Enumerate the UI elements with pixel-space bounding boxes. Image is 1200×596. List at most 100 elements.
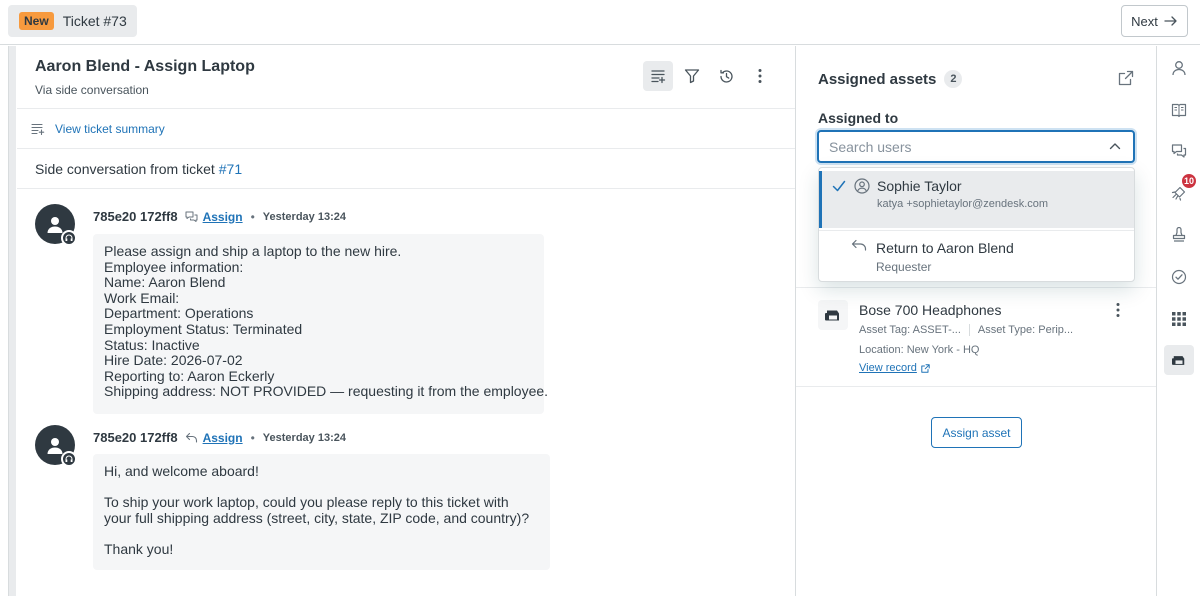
external-link-icon	[921, 363, 930, 373]
message-paragraph: To ship your work laptop, could you plea…	[104, 494, 530, 526]
rail-apps-button[interactable]: 10	[1164, 173, 1197, 208]
dropdown-option-selected[interactable]: Sophie Taylor katya +sophietaylor@zendes…	[819, 171, 1134, 228]
history-button[interactable]	[711, 61, 741, 91]
message-header: 785e20 172ff8 Assign • Yesterday 13:24	[93, 209, 346, 224]
avatar[interactable]	[35, 204, 77, 246]
undo-arrow-icon	[851, 239, 867, 251]
via-link[interactable]: Assign	[203, 431, 243, 445]
message-line: Please assign and ship a laptop to the n…	[104, 243, 402, 259]
arrow-right-icon	[1164, 16, 1178, 26]
top-bar: New Ticket #73 Next	[0, 0, 1200, 45]
message-body: Hi, and welcome aboard! To ship your wor…	[93, 454, 550, 570]
user-icon	[1171, 60, 1187, 76]
filter-button[interactable]	[677, 61, 707, 91]
message-timestamp: Yesterday 13:24	[262, 431, 346, 444]
user-search-combobox[interactable]	[817, 130, 1135, 163]
kebab-menu-icon	[1116, 302, 1120, 318]
view-record-link[interactable]: View record	[859, 362, 930, 374]
next-button-label: Next	[1131, 13, 1158, 29]
rail-user-button[interactable]	[1164, 53, 1194, 83]
origin-ticket-link[interactable]: #71	[219, 161, 242, 177]
separator-dot: •	[250, 430, 255, 445]
asset-type: Asset Type: Perip...	[977, 324, 1074, 336]
message-line: Hire Date: 2026-07-02	[104, 352, 243, 369]
message-paragraph: Thank you!	[104, 540, 174, 557]
check-circle-icon	[1171, 269, 1187, 285]
summary-toggle-button[interactable]	[643, 61, 673, 91]
message-author: 785e20 172ff8	[93, 209, 178, 224]
left-panel-edge	[0, 46, 16, 596]
summary-list-icon	[31, 123, 45, 135]
rail-side-conversations-button[interactable]	[1164, 136, 1194, 166]
message-line: Employee information:	[104, 258, 244, 275]
more-options-button[interactable]	[745, 61, 775, 91]
ticket-summary-row: View ticket summary	[17, 109, 795, 149]
rail-assets-button[interactable]	[1164, 345, 1194, 375]
separator-dot: •	[250, 209, 255, 224]
asset-tag: Asset Tag: ASSET-...	[859, 324, 961, 336]
via-link[interactable]: Assign	[203, 210, 243, 224]
message-paragraph: Hi, and welcome aboard!	[104, 463, 259, 479]
asset-device-icon	[818, 300, 848, 330]
conversation-header: Aaron Blend - Assign Laptop Via side con…	[17, 46, 795, 109]
open-external-button[interactable]	[1118, 70, 1134, 86]
option-role: Requester	[876, 260, 932, 274]
conversation-pane: Aaron Blend - Assign Laptop Via side con…	[17, 46, 795, 596]
conversation-subtitle: Via side conversation	[35, 83, 149, 97]
filter-icon	[684, 68, 700, 84]
notification-count-badge: 10	[1181, 173, 1197, 189]
rail-tasks-button[interactable]	[1164, 262, 1194, 292]
header-actions	[643, 61, 775, 91]
assign-asset-button[interactable]: Assign asset	[931, 417, 1022, 448]
avatar[interactable]	[35, 425, 77, 467]
check-icon	[832, 180, 846, 192]
panel-title: Assigned assets 2	[818, 70, 963, 88]
option-user-name: Sophie Taylor	[877, 178, 962, 194]
user-silhouette-icon	[47, 217, 63, 233]
rail-approvals-button[interactable]	[1164, 220, 1194, 250]
message-timestamp: Yesterday 13:24	[262, 210, 346, 223]
asset-card: Bose 700 Headphones Asset Tag: ASSET-...…	[796, 287, 1156, 387]
message-author: 785e20 172ff8	[93, 430, 178, 445]
message-header: 785e20 172ff8 Assign • Yesterday 13:24	[93, 430, 346, 445]
stamp-icon	[1171, 227, 1187, 243]
resize-handle[interactable]	[8, 46, 16, 596]
list-add-icon	[650, 68, 666, 84]
dropdown-option-return[interactable]: Return to Aaron Blend Requester	[819, 231, 1134, 281]
message-line: Status: Inactive	[104, 336, 200, 353]
rail-knowledge-button[interactable]	[1164, 95, 1194, 125]
asset-meta: Asset Tag: ASSET-... Asset Type: Perip..…	[859, 324, 1073, 336]
view-ticket-summary-link[interactable]: View ticket summary	[55, 122, 165, 136]
option-return-label: Return to Aaron Blend	[876, 240, 1014, 256]
assigned-to-label: Assigned to	[818, 110, 899, 126]
asset-options-button[interactable]	[1116, 302, 1120, 318]
user-circle-icon	[854, 178, 870, 194]
asset-name: Bose 700 Headphones	[859, 302, 1002, 318]
message-line: Employment Status: Terminated	[104, 320, 303, 337]
chat-bubbles-icon	[1171, 143, 1187, 159]
assigned-assets-panel: Assigned assets 2 Assigned to Sophie Tay…	[795, 46, 1157, 596]
asset-count-badge: 2	[944, 70, 963, 88]
rail-grid-apps-button[interactable]	[1164, 304, 1194, 334]
grid-icon	[1172, 312, 1186, 326]
device-icon	[1171, 353, 1187, 367]
conversation-title: Aaron Blend - Assign Laptop	[35, 58, 255, 75]
side-conversation-text: Side conversation from ticket	[35, 160, 215, 177]
user-silhouette-icon	[47, 438, 63, 454]
message-line: Work Email:	[104, 289, 180, 306]
message-line: Name: Aaron Blend	[104, 274, 226, 291]
book-icon	[1171, 102, 1187, 118]
message-line: Department: Operations	[104, 305, 254, 322]
reply-icon	[185, 432, 198, 443]
asset-location: Location: New York - HQ	[859, 344, 980, 356]
side-conversation-origin: Side conversation from ticket #71	[17, 149, 795, 189]
status-badge: New	[19, 12, 54, 30]
message-line: Reporting to: Aaron Eckerly	[104, 367, 275, 384]
agent-headset-icon	[61, 230, 77, 246]
search-users-input[interactable]	[829, 138, 1099, 156]
next-button[interactable]: Next	[1121, 5, 1188, 37]
agent-headset-icon	[61, 451, 77, 467]
ticket-tab[interactable]: New Ticket #73	[8, 5, 137, 37]
ticket-tab-title: Ticket #73	[62, 13, 127, 29]
chevron-up-icon[interactable]	[1109, 142, 1121, 150]
